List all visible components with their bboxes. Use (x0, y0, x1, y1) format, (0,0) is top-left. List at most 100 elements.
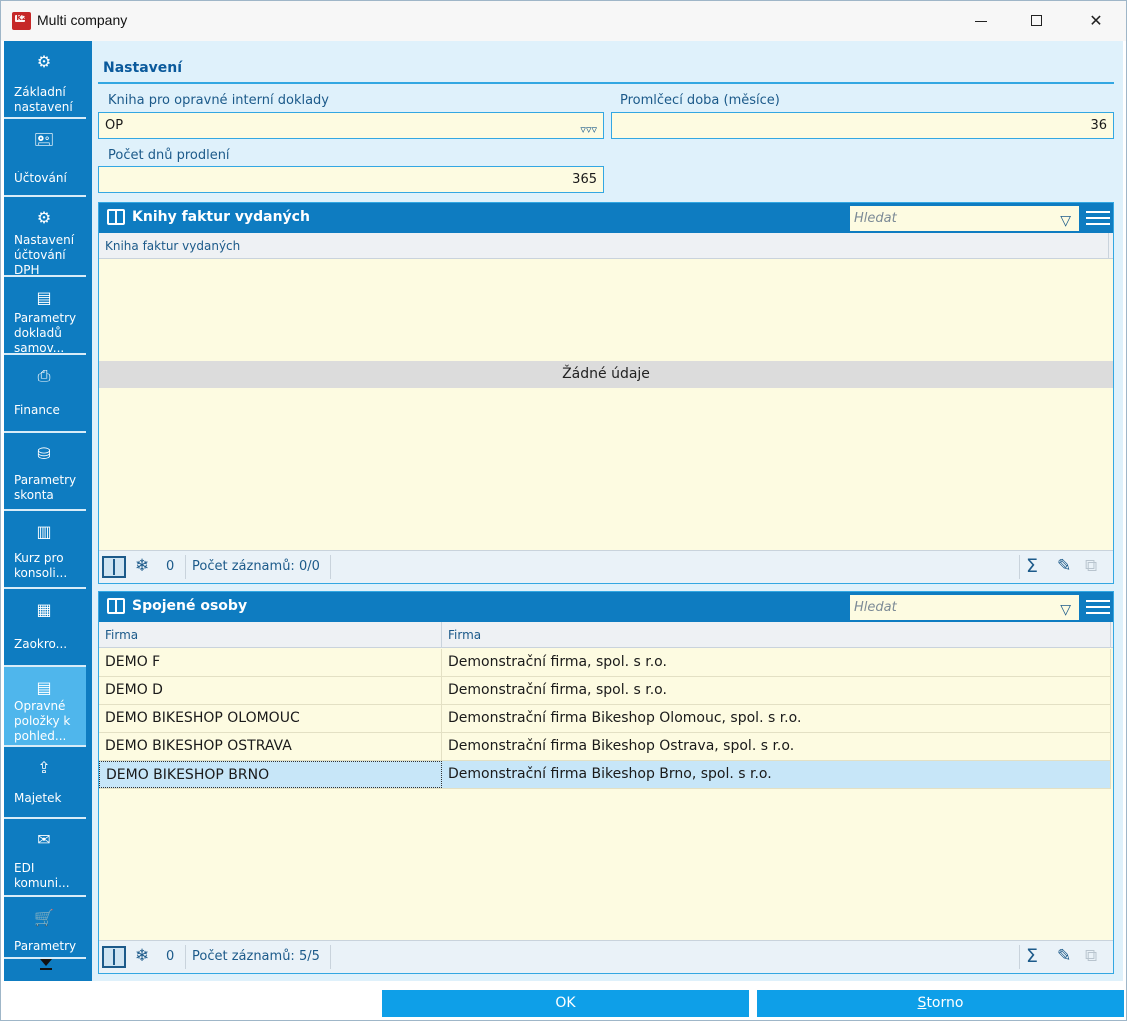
panel-footer: ❄ 0 Počet záznamů: 5/5 Σ ✎ ⧉ (99, 940, 1113, 973)
search-placeholder: Hledat (854, 211, 897, 226)
gear-icon: ⚙ (36, 52, 52, 71)
filter-icon[interactable]: ▽ (1060, 598, 1071, 623)
sidebar-item-label: EDI komuni... (14, 861, 70, 890)
column-header: Firma Firma (99, 622, 1113, 648)
sum-icon[interactable]: Σ (1026, 945, 1038, 967)
search-input[interactable]: Hledat ▽ (850, 206, 1079, 231)
sidebar-item-label: Účtování (14, 171, 67, 185)
freeze-icon[interactable]: ❄ (135, 946, 149, 966)
sidebar-item[interactable]: ⚙ Nastavení účtování DPH (4, 197, 86, 277)
scroll-down-icon[interactable] (40, 959, 52, 966)
minimize-icon (975, 21, 987, 22)
invoice-books-panel: Knihy faktur vydaných Hledat ▽ Kniha fak… (98, 202, 1114, 584)
dialog-buttons: OK Storno (4, 981, 1124, 1019)
cell-company-code: DEMO BIKESHOP BRNO (99, 761, 442, 788)
section-divider (98, 82, 1114, 84)
window: K2 Multi company ✕ ⚙ Základní nastavení 🖭 Ú… (0, 0, 1127, 1021)
cell-company-name: Demonstrační firma Bikeshop Ostrava, spo… (442, 733, 1111, 760)
sidebar-item[interactable]: ▤ Opravné položky k pohled... (4, 667, 86, 747)
days-label: Počet dnů prodlení (108, 148, 230, 163)
menu-icon[interactable] (1086, 211, 1110, 225)
sidebar-item-label: Kurz pro konsoli... (14, 551, 68, 580)
cancel-button[interactable]: Storno (757, 990, 1124, 1017)
vat-settings-icon: ⚙ (36, 208, 52, 227)
search-placeholder: Hledat (854, 600, 897, 615)
close-icon: ✕ (1089, 11, 1103, 30)
days-field[interactable]: 365 (98, 166, 604, 193)
coins-icon: ⛁ (37, 444, 51, 463)
sidebar-item[interactable]: ⛁ Parametry skonta (4, 433, 86, 511)
filter-icon[interactable]: ▽ (1060, 209, 1071, 234)
dropdown-icon[interactable]: ▿▿▿ (580, 117, 597, 142)
sidebar-item-label: Nastavení účtování DPH (14, 233, 75, 275)
sidebar: ⚙ Základní nastavení 🖭 Účtování ⚙ Nastavení ú… (4, 41, 86, 981)
sidebar-item[interactable]: ⚙ Základní nastavení (4, 41, 86, 119)
sidebar-item-label: Parametry skonta (14, 473, 77, 502)
menu-icon[interactable] (1086, 600, 1110, 614)
copy-record-icon[interactable]: ⧉ (1085, 946, 1097, 966)
table-row[interactable]: DEMO BIKESHOP BRNO Demonstrační firma Bik… (99, 761, 1111, 789)
close-button[interactable]: ✕ (1073, 1, 1119, 41)
period-field[interactable]: 36 (611, 112, 1114, 139)
sidebar-item[interactable]: ▦ Zaokro... (4, 589, 86, 667)
sidebar-item[interactable]: 🛒 Parametry (4, 897, 86, 959)
search-input[interactable]: Hledat ▽ (850, 595, 1079, 620)
section-title: Nastavení (103, 60, 183, 76)
column-header-cell[interactable]: Firma (442, 622, 1111, 648)
sidebar-item-label: Majetek (14, 791, 62, 805)
sidebar-item-label: Finance (14, 403, 60, 417)
sum-icon[interactable]: Σ (1026, 555, 1038, 577)
column-header-cell[interactable]: Firma (99, 622, 442, 648)
sidebar-item[interactable]: 🖭 Účtování (4, 119, 86, 197)
ok-button[interactable]: OK (382, 990, 749, 1017)
book-icon (107, 209, 125, 225)
book-select[interactable]: OP ▿▿▿ (98, 112, 604, 139)
panel-title: Knihy faktur vydaných (132, 209, 310, 225)
book-toggle-button[interactable] (102, 946, 126, 968)
table-row[interactable]: DEMO BIKESHOP OSTRAVA Demonstrační firma … (99, 733, 1111, 761)
book-toggle-button[interactable] (102, 556, 126, 578)
cell-company-name: Demonstrační firma Bikeshop Brno, spol. … (442, 761, 1111, 788)
cell-company-code: DEMO BIKESHOP OLOMOUC (99, 705, 442, 732)
cell-company-code: DEMO F (99, 649, 442, 676)
scroll-down-bar (40, 968, 52, 970)
table-row[interactable]: DEMO F Demonstrační firma, spol. s r.o. (99, 649, 1111, 677)
cell-company-code: DEMO D (99, 677, 442, 704)
freeze-count: 0 (166, 559, 175, 574)
asset-icon: ⇪ (37, 758, 51, 777)
sidebar-item[interactable]: ✉ EDI komuni... (4, 819, 86, 897)
cancel-label-rest: torno (926, 995, 964, 1011)
freeze-icon[interactable]: ❄ (135, 556, 149, 576)
document-icon: ▤ (36, 288, 52, 307)
maximize-button[interactable] (1014, 1, 1060, 41)
title-bar: K2 Multi company ✕ (1, 1, 1126, 41)
cell-company-name: Demonstrační firma, spol. s r.o. (442, 677, 1111, 704)
sidebar-item[interactable]: ▤ Parametry dokladů samov... (4, 277, 86, 355)
chart-doc-icon: ▥ (36, 522, 52, 541)
edit-icon[interactable]: ✎ (1057, 946, 1071, 966)
sidebar-item-label: Parametry (14, 939, 77, 953)
calculator-icon: ▦ (36, 600, 52, 619)
record-count: Počet záznamů: 5/5 (192, 949, 320, 964)
book-icon (107, 598, 125, 614)
cart-icon: 🛒 (34, 908, 54, 927)
edit-icon[interactable]: ✎ (1057, 556, 1071, 576)
freeze-count: 0 (166, 949, 175, 964)
book-value: OP (105, 118, 124, 133)
panel-header: Knihy faktur vydaných Hledat ▽ (99, 203, 1113, 233)
panel-title: Spojené osoby (132, 598, 248, 614)
accounting-icon: 🖭 (34, 130, 54, 149)
table-row[interactable]: DEMO D Demonstrační firma, spol. s r.o. (99, 677, 1111, 705)
minimize-button[interactable] (959, 1, 1005, 41)
column-header-cell[interactable]: Kniha faktur vydaných (99, 233, 1109, 259)
cell-company-name: Demonstrační firma Bikeshop Olomouc, spo… (442, 705, 1111, 732)
sidebar-item-label: Zaokro... (14, 637, 68, 651)
sidebar-item[interactable]: ⎙ Finance (4, 355, 86, 433)
sidebar-item[interactable]: ▥ Kurz pro konsoli... (4, 511, 86, 589)
panel-footer: ❄ 0 Počet záznamů: 0/0 Σ ✎ ⧉ (99, 550, 1113, 583)
copy-record-icon[interactable]: ⧉ (1085, 556, 1097, 576)
sidebar-item[interactable]: ⇪ Majetek (4, 747, 86, 819)
cell-company-name: Demonstrační firma, spol. s r.o. (442, 649, 1111, 676)
table-row[interactable]: DEMO BIKESHOP OLOMOUC Demonstrační firma … (99, 705, 1111, 733)
printer-icon: ⎙ (37, 366, 51, 385)
